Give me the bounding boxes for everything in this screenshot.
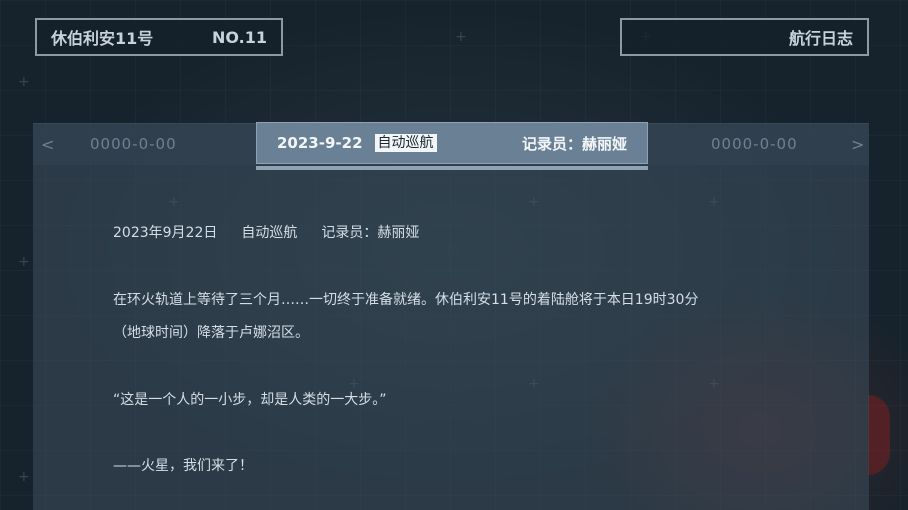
crosshair-icon: +: [18, 254, 30, 270]
entry-mode: 自动巡航: [241, 225, 298, 241]
tab-active-entry[interactable]: 2023-9-22 自动巡航 记录员：赫丽娅: [256, 122, 648, 164]
entry-exclaim: ——火星，我们来了！: [113, 458, 253, 474]
crosshair-icon: +: [18, 469, 30, 485]
entry-quote: “这是一个人的一小步，却是人类的一大步。”: [113, 392, 387, 408]
ship-number: NO.11: [212, 27, 267, 47]
log-title-box: 航行日志: [620, 18, 869, 56]
log-entry: 2023年9月22日 自动巡航 记录员：赫丽娅 在环火轨道上等待了三个月……一切…: [113, 222, 813, 474]
entry-date: 2023年9月22日: [113, 225, 218, 241]
tab-next-date[interactable]: 0000-0-00: [711, 123, 798, 165]
ship-name: 休伯利安11号: [51, 29, 154, 48]
entry-paragraph: 在环火轨道上等待了三个月……一切终于准备就绪。休伯利安11号的着陆舱将于本日19…: [113, 284, 833, 350]
entry-paragraph-line1: 在环火轨道上等待了三个月……一切终于准备就绪。休伯利安11号的着陆舱将于本日19…: [113, 292, 699, 308]
tab-prev-date[interactable]: 0000-0-00: [90, 123, 177, 165]
chevron-right-icon[interactable]: >: [851, 123, 864, 165]
ship-title-box: 休伯利安11号 NO.11: [35, 18, 283, 56]
entry-recorder: 记录员：赫丽娅: [321, 225, 420, 241]
entry-meta: 2023年9月22日 自动巡航 记录员：赫丽娅: [113, 222, 813, 248]
chevron-left-icon[interactable]: <: [41, 123, 54, 165]
tab-active-recorder: 记录员：赫丽娅: [521, 134, 627, 153]
entry-paragraph-line2: （地球时间）降落于卢娜沼区。: [113, 325, 309, 341]
tab-active-mode: 自动巡航: [374, 134, 437, 152]
tab-active-date: 2023-9-22: [277, 134, 363, 152]
planet-edge: [868, 395, 890, 475]
active-tab-underline: [256, 166, 648, 170]
crosshair-icon: +: [18, 74, 30, 90]
crosshair-icon: +: [455, 29, 467, 45]
log-title: 航行日志: [788, 29, 853, 48]
